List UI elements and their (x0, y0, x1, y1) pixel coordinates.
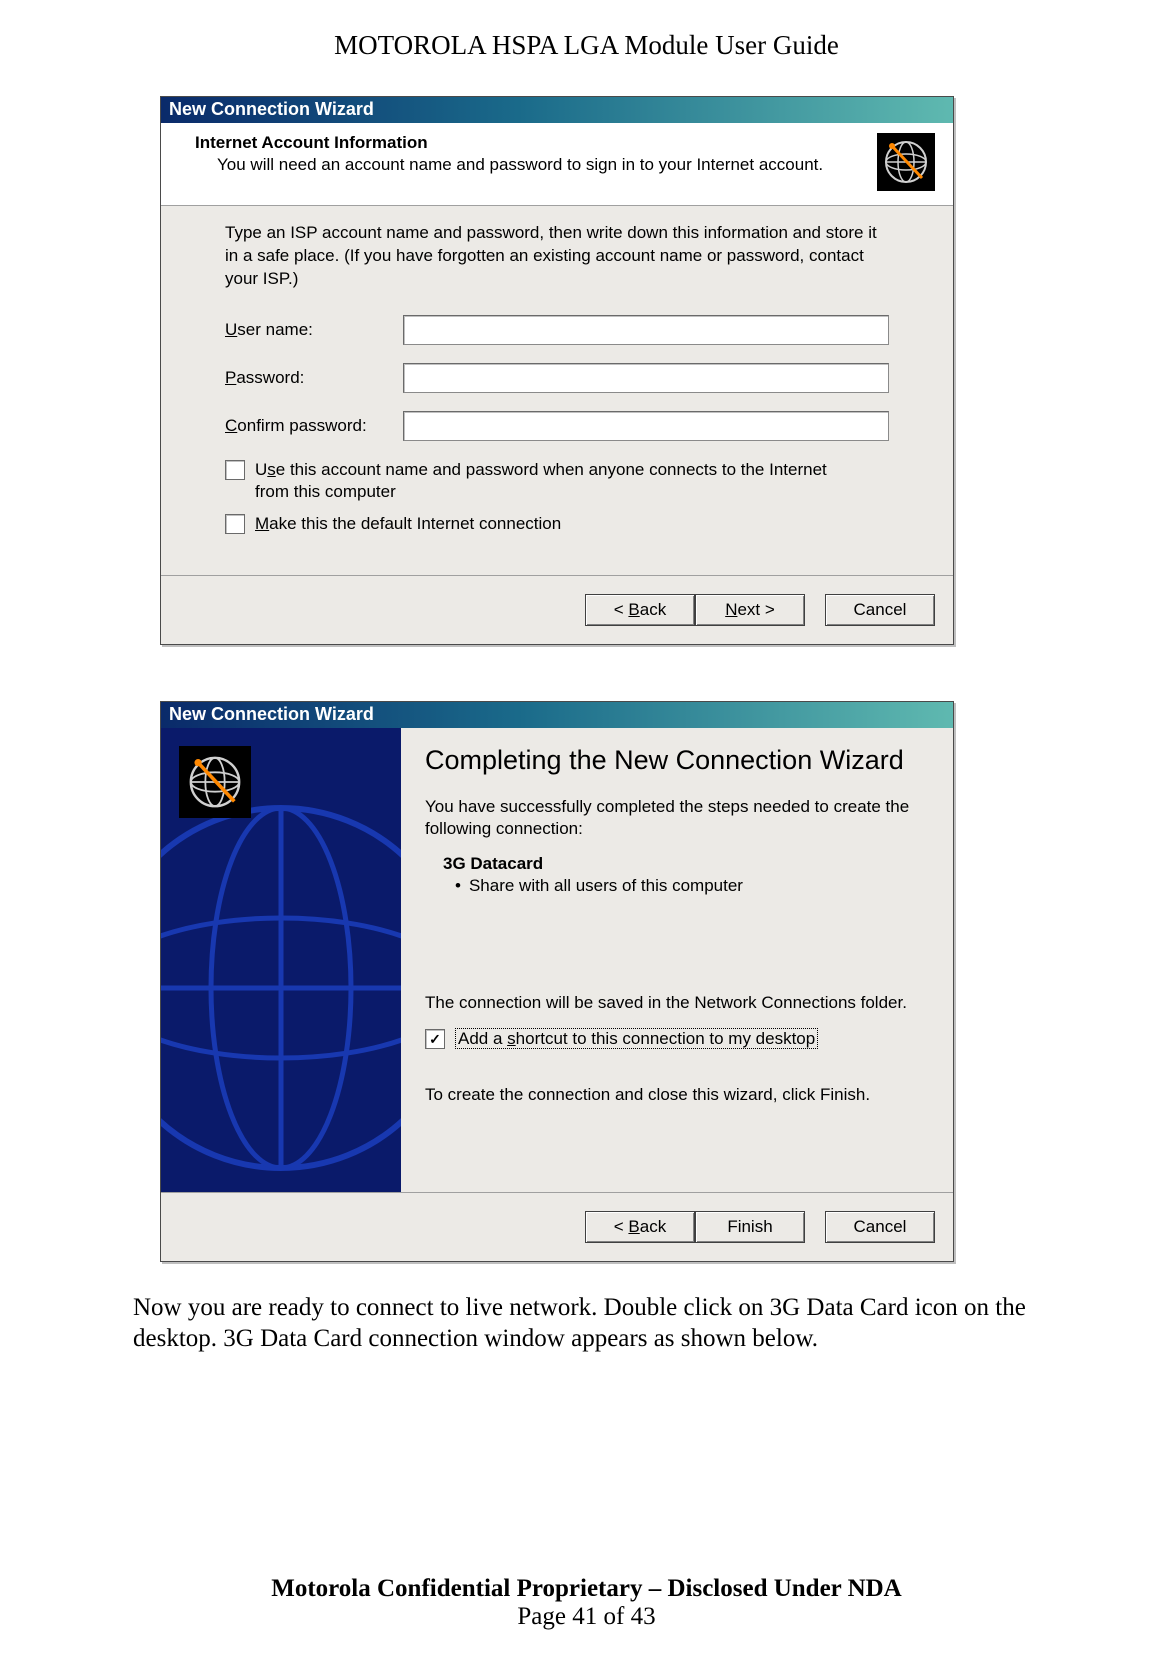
back-button[interactable]: < Back (585, 594, 695, 626)
wizard-dialog-account-info: New Connection Wizard Internet Account I… (160, 96, 954, 645)
completing-line1: You have successfully completed the step… (425, 796, 929, 840)
wizard-globe-icon (877, 133, 935, 191)
completing-heading: Completing the New Connection Wizard (425, 746, 929, 776)
make-default-label: Make this the default Internet connectio… (255, 513, 561, 535)
dialog-header-strip: Internet Account Information You will ne… (161, 123, 953, 206)
use-for-anyone-label: Use this account name and password when … (255, 459, 830, 503)
dialog-titlebar: New Connection Wizard (161, 97, 953, 123)
dialog-header-subtitle: You will need an account name and passwo… (217, 155, 869, 175)
finish-button[interactable]: Finish (695, 1211, 805, 1243)
use-for-anyone-checkbox[interactable]: ✓ (225, 460, 245, 480)
document-header: MOTOROLA HSPA LGA Module User Guide (0, 30, 1173, 61)
next-button[interactable]: Next > (695, 594, 805, 626)
dialog-header-title: Internet Account Information (195, 133, 869, 153)
password-input[interactable] (403, 363, 889, 393)
page-footer: Motorola Confidential Proprietary – Disc… (0, 1575, 1173, 1631)
cancel-button[interactable]: Cancel (825, 594, 935, 626)
back-button[interactable]: < Back (585, 1211, 695, 1243)
dialog-instruction-text: Type an ISP account name and password, t… (225, 222, 889, 291)
add-shortcut-label: Add a shortcut to this connection to my … (455, 1028, 818, 1050)
confirm-password-input[interactable] (403, 411, 889, 441)
username-label: User name: (225, 320, 403, 340)
username-input[interactable] (403, 315, 889, 345)
confirm-password-label: Confirm password: (225, 416, 403, 436)
wizard-sidebar-graphic (161, 728, 401, 1192)
cancel-button[interactable]: Cancel (825, 1211, 935, 1243)
completing-line2: The connection will be saved in the Netw… (425, 992, 929, 1014)
dialog-titlebar: New Connection Wizard (161, 702, 953, 728)
completing-line3: To create the connection and close this … (425, 1084, 929, 1106)
add-shortcut-checkbox[interactable]: ✓ (425, 1029, 445, 1049)
footer-page-number: Page 41 of 43 (0, 1603, 1173, 1631)
make-default-checkbox[interactable]: ✓ (225, 514, 245, 534)
password-label: Password: (225, 368, 403, 388)
connection-name: 3G Datacard (443, 854, 929, 874)
connection-detail-bullet: Share with all users of this computer (455, 876, 929, 896)
wizard-globe-icon (179, 746, 251, 818)
wizard-dialog-completing: New Connection Wizard (160, 701, 954, 1262)
body-paragraph: Now you are ready to connect to live net… (133, 1292, 1040, 1355)
footer-confidential: Motorola Confidential Proprietary – Disc… (0, 1575, 1173, 1603)
